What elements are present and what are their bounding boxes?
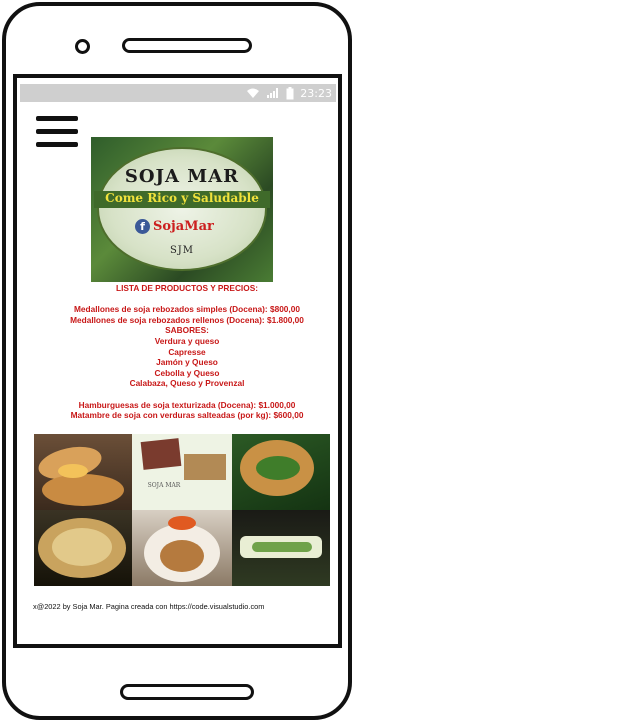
soja-mar-logo: SOJA MAR Come Rico y Saludable f SojaMar… — [91, 137, 273, 282]
facebook-name: SojaMar — [153, 219, 214, 234]
soja-mar-flyer-photo[interactable]: SOJA MAR — [132, 434, 232, 510]
hamburger-menu-icon[interactable] — [36, 116, 78, 150]
status-bar: 23:23 — [20, 84, 336, 102]
wifi-icon — [247, 88, 260, 98]
pie-photo[interactable] — [34, 510, 132, 586]
logo-title: SOJA MAR — [124, 166, 240, 187]
home-button[interactable] — [120, 684, 254, 700]
product-item: Matambre de soja con verduras salteadas … — [70, 410, 304, 421]
flavor-item: Capresse — [168, 346, 206, 357]
flavor-item: Cebolla y Queso — [154, 367, 220, 378]
status-time: 23:23 — [300, 86, 332, 100]
stuffed-medallion-photo[interactable] — [232, 434, 330, 510]
logo-slogan: Come Rico y Saludable — [105, 191, 259, 205]
phone-screen: 23:23 SOJA MAR Come Rico y Saludable f S… — [13, 74, 342, 648]
product-list-heading: LISTA DE PRODUCTOS Y PRECIOS: — [116, 283, 258, 293]
flavors-heading: SABORES: — [165, 325, 209, 336]
facebook-link[interactable]: f SojaMar — [135, 219, 214, 234]
flavor-item: Verdura y queso — [154, 335, 220, 346]
flyer-text: SOJA MAR — [147, 482, 181, 489]
facebook-icon: f — [135, 219, 150, 234]
logo-monogram: SJM — [169, 245, 195, 256]
empanadas-photo[interactable] — [34, 434, 132, 510]
matambre-photo[interactable] — [232, 510, 330, 586]
product-item: Hamburguesas de soja texturizada (Docena… — [78, 399, 296, 410]
product-item: Medallones de soja rebozados rellenos (D… — [70, 314, 304, 325]
plated-medallion-photo[interactable] — [132, 510, 232, 586]
footer-text: x@2022 by Soja Mar. Pagina creada con ht… — [33, 602, 265, 611]
photo-gallery: SOJA MAR — [34, 434, 330, 586]
camera-icon — [75, 39, 90, 54]
flavor-item: Jamón y Queso — [156, 357, 218, 368]
signal-icon — [267, 88, 279, 98]
product-item: Medallones de soja rebozados simples (Do… — [74, 304, 300, 315]
speaker-grille — [122, 38, 252, 53]
product-list: LISTA DE PRODUCTOS Y PRECIOS: Medallones… — [47, 283, 327, 421]
battery-icon — [286, 86, 294, 99]
flavor-item: Calabaza, Queso y Provenzal — [129, 378, 245, 389]
